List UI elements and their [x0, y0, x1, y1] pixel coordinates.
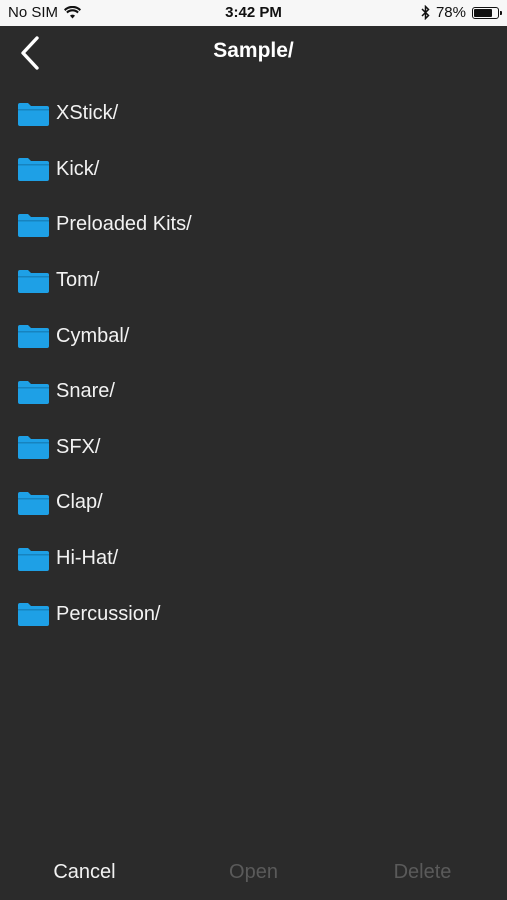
folder-icon [18, 602, 49, 627]
folder-icon [18, 213, 49, 237]
folder-item[interactable]: Preloaded Kits/ [0, 197, 507, 253]
status-right: 78% [421, 4, 502, 21]
folder-item[interactable]: Hi-Hat/ [0, 531, 507, 587]
folder-icon [18, 269, 49, 293]
folder-label: Percussion/ [56, 602, 161, 625]
folder-label: Kick/ [56, 157, 100, 180]
folder-label: Preloaded Kits/ [56, 213, 192, 236]
cancel-button[interactable]: Cancel [0, 861, 169, 884]
folder-item[interactable]: SFX/ [0, 420, 507, 476]
bluetooth-icon [421, 5, 430, 20]
battery-icon [472, 6, 502, 19]
folder-icon [18, 324, 49, 349]
open-button[interactable]: Open [169, 861, 338, 884]
battery-percent: 78% [435, 4, 466, 21]
folder-label: SFX/ [56, 435, 101, 458]
folder-item[interactable]: Cymbal/ [0, 308, 507, 364]
folder-list: XStick/ Kick/ Preloaded Kits/ Tom/ Cymba… [0, 86, 507, 642]
folder-item[interactable]: Snare/ [0, 364, 507, 420]
folder-icon [18, 491, 49, 515]
page-title: Sample/ [213, 39, 294, 62]
folder-label: Hi-Hat/ [56, 547, 119, 570]
folder-icon [18, 435, 49, 460]
folder-label: Cymbal/ [56, 324, 130, 347]
folder-label: Clap/ [56, 491, 103, 514]
folder-label: Snare/ [56, 380, 115, 403]
delete-button[interactable]: Delete [338, 861, 507, 884]
folder-item[interactable]: Percussion/ [0, 586, 507, 642]
folder-icon [18, 547, 49, 571]
folder-label: Tom/ [56, 269, 100, 292]
folder-item[interactable]: Kick/ [0, 142, 507, 198]
battery-fill [474, 8, 492, 17]
bottom-toolbar: Cancel Open Delete [0, 844, 507, 900]
folder-item[interactable]: XStick/ [0, 86, 507, 142]
folder-label: XStick/ [56, 102, 119, 125]
status-bar: No SIM 3:42 PM 78% [0, 0, 507, 26]
folder-icon [18, 157, 49, 182]
folder-item[interactable]: Tom/ [0, 253, 507, 309]
nav-bar: Sample/ [0, 26, 507, 78]
folder-item[interactable]: Clap/ [0, 475, 507, 531]
folder-icon [18, 102, 49, 126]
folder-icon [18, 380, 49, 404]
